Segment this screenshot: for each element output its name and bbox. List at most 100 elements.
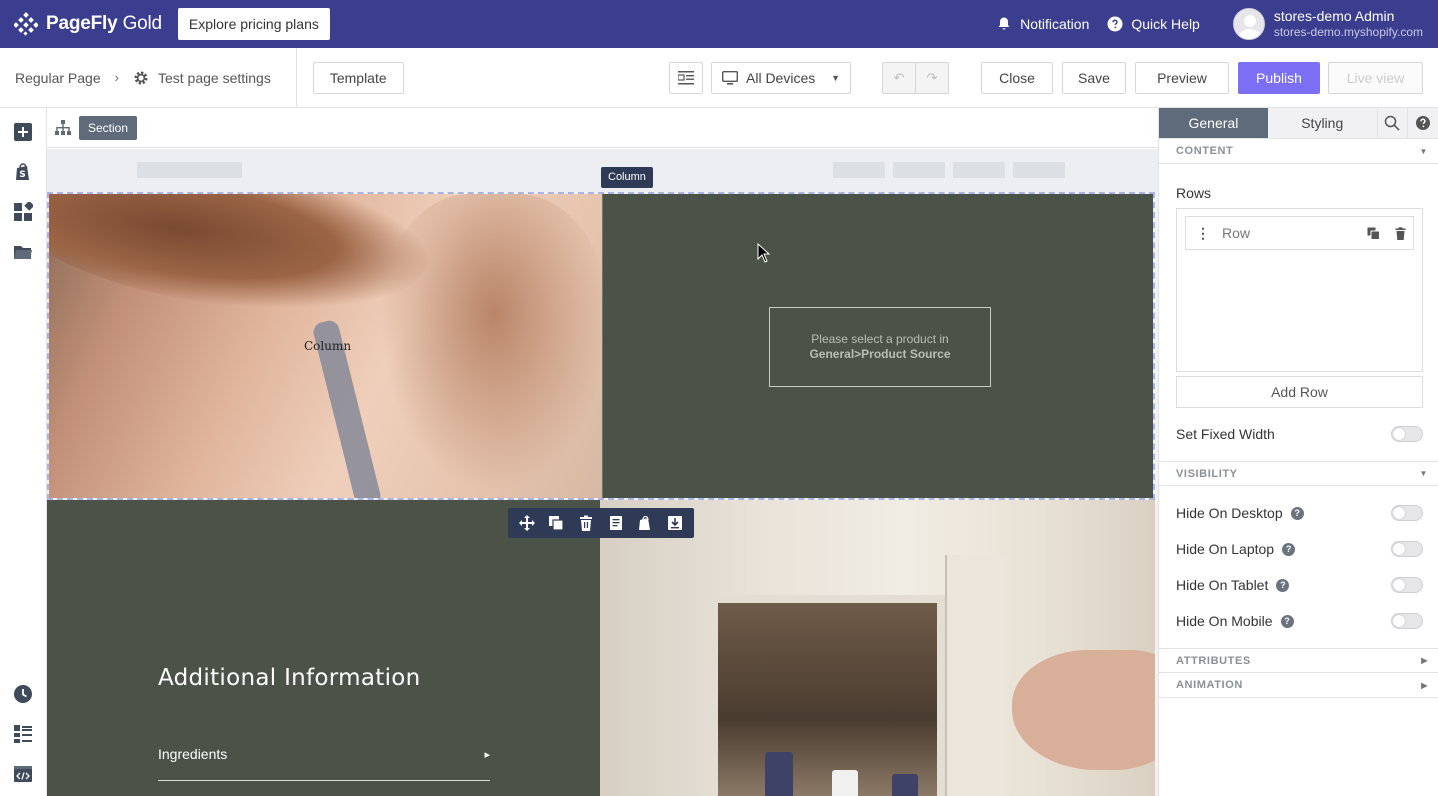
rows-label: Rows <box>1176 185 1212 201</box>
quick-help-button[interactable]: Quick Help <box>1107 16 1200 32</box>
tab-general[interactable]: General <box>1159 108 1268 138</box>
search-button[interactable] <box>1376 108 1408 138</box>
layout-toggle-button[interactable] <box>669 61 703 94</box>
image-cabinet-shape <box>710 595 945 796</box>
page-canvas[interactable]: Column Column Please select a product in… <box>47 149 1158 796</box>
nav-link-placeholder <box>953 162 1005 178</box>
brand-name: PageFly Gold <box>46 13 162 34</box>
bell-icon <box>998 17 1010 30</box>
image-frame-shape <box>945 555 1005 796</box>
save-button[interactable]: Save <box>1062 61 1126 94</box>
element-tree-icon[interactable] <box>55 119 71 136</box>
selected-row[interactable]: Column Please select a product in Genera… <box>47 192 1155 500</box>
template-button[interactable]: Template <box>312 61 404 94</box>
image-column-label: Column <box>304 339 352 353</box>
close-button[interactable]: Close <box>981 61 1053 94</box>
image-hand-shape <box>1012 650 1155 770</box>
product-notice-line2: General>Product Source <box>809 347 951 361</box>
inspector-tabs: General Styling <box>1159 108 1438 139</box>
cabinet-image[interactable] <box>600 500 1155 796</box>
nav-link-placeholder <box>833 162 885 178</box>
redo-icon: ↷ <box>926 69 938 85</box>
pagefly-logo[interactable]: PageFly Gold <box>14 12 162 36</box>
folder-icon[interactable] <box>13 242 33 262</box>
trash-icon[interactable] <box>1394 226 1407 240</box>
shopify-icon[interactable]: S <box>13 162 33 182</box>
gear-icon[interactable] <box>133 70 149 86</box>
nav-logo-placeholder <box>137 162 242 178</box>
duplicate-icon[interactable] <box>1367 227 1380 240</box>
ingredients-accordion[interactable]: Ingredients ▸ <box>158 746 490 762</box>
info-row[interactable]: Additional Information Ingredients ▸ <box>47 500 1155 796</box>
image-shade-shape <box>379 194 602 494</box>
help-icon[interactable]: ? <box>1280 614 1294 628</box>
editor-toolbar: Regular Page › Test page settings Templa… <box>0 47 1438 108</box>
undo-icon: ↶ <box>893 69 905 85</box>
live-view-button[interactable]: Live view <box>1328 61 1423 94</box>
toolbar-divider <box>295 47 297 108</box>
animation-header-label: ANIMATION <box>1176 679 1243 691</box>
desktop-icon <box>722 70 738 85</box>
tab-styling[interactable]: Styling <box>1268 108 1377 138</box>
content-section-header[interactable]: CONTENT ▼ <box>1159 139 1438 164</box>
svg-text:S: S <box>19 170 25 180</box>
notification-button[interactable]: Notification <box>996 16 1089 32</box>
trash-icon[interactable] <box>578 515 594 531</box>
history-clock-icon[interactable] <box>13 684 33 704</box>
nav-link-placeholder <box>893 162 945 178</box>
code-editor-icon[interactable] <box>13 764 33 784</box>
add-element-icon[interactable] <box>13 122 33 142</box>
user-store: stores-demo.myshopify.com <box>1273 25 1423 39</box>
pagefly-logo-icon <box>14 12 38 36</box>
column-tag[interactable]: Column <box>601 167 653 188</box>
product-placeholder[interactable]: Please select a product in General>Produ… <box>769 307 991 387</box>
mouse-cursor-icon <box>757 243 771 263</box>
move-icon[interactable] <box>518 515 535 531</box>
user-name: stores-demo Admin <box>1273 8 1395 24</box>
section-tag[interactable]: Section <box>79 115 138 140</box>
info-column[interactable]: Additional Information Ingredients ▸ <box>47 500 600 796</box>
hide-mobile-label: Hide On Mobile <box>1176 613 1273 629</box>
help-icon[interactable]: ? <box>1276 578 1290 592</box>
chevron-right-icon: ▸ <box>484 748 490 761</box>
redo-button[interactable]: ↷ <box>915 61 949 94</box>
help-button[interactable] <box>1407 108 1438 138</box>
preview-button[interactable]: Preview <box>1135 61 1229 94</box>
fixed-width-toggle[interactable] <box>1391 426 1423 442</box>
hide-tablet-toggle[interactable] <box>1391 577 1423 593</box>
shopify-bag-icon[interactable] <box>637 515 653 531</box>
visibility-section-header[interactable]: VISIBILITY ▼ <box>1159 461 1438 486</box>
search-icon <box>1385 115 1401 131</box>
apps-grid-icon[interactable] <box>13 202 33 222</box>
duplicate-icon[interactable] <box>548 515 565 531</box>
device-select[interactable]: All Devices ▼ <box>711 61 851 94</box>
animation-section-header[interactable]: ANIMATION ▶ <box>1159 673 1438 698</box>
user-menu[interactable]: stores-demo Admin stores-demo.myshopify.… <box>1232 8 1423 40</box>
drag-handle-icon[interactable]: ⋮ <box>1196 225 1210 242</box>
model-image[interactable]: Column <box>49 194 602 498</box>
list-item[interactable]: ⋮ Row <box>1185 216 1414 250</box>
image-bottle-shape <box>892 774 918 796</box>
hide-laptop-toggle[interactable] <box>1391 541 1423 557</box>
save-template-icon[interactable] <box>608 515 624 531</box>
breadcrumb-page-type[interactable]: Regular Page <box>15 70 101 86</box>
info-heading[interactable]: Additional Information <box>158 665 421 691</box>
publish-button[interactable]: Publish <box>1238 61 1320 94</box>
nav-link-placeholder <box>1013 162 1065 178</box>
download-icon[interactable] <box>667 515 683 531</box>
add-row-button[interactable]: Add Row <box>1176 376 1423 408</box>
accordion-divider <box>158 780 490 781</box>
hide-desktop-toggle[interactable] <box>1391 505 1423 521</box>
breadcrumb-separator: › <box>114 70 119 85</box>
help-icon[interactable]: ? <box>1282 542 1296 556</box>
fixed-width-label: Set Fixed Width <box>1176 426 1275 442</box>
attributes-section-header[interactable]: ATTRIBUTES ▶ <box>1159 648 1438 673</box>
text-align-icon <box>678 70 694 84</box>
page-settings-link[interactable]: Test page settings <box>158 70 271 86</box>
product-column[interactable]: Please select a product in General>Produ… <box>602 194 1153 498</box>
undo-button[interactable]: ↶ <box>882 61 916 94</box>
explore-pricing-button[interactable]: Explore pricing plans <box>177 8 330 40</box>
outline-list-icon[interactable] <box>13 724 33 744</box>
hide-mobile-toggle[interactable] <box>1391 613 1423 629</box>
help-icon[interactable]: ? <box>1290 506 1304 520</box>
